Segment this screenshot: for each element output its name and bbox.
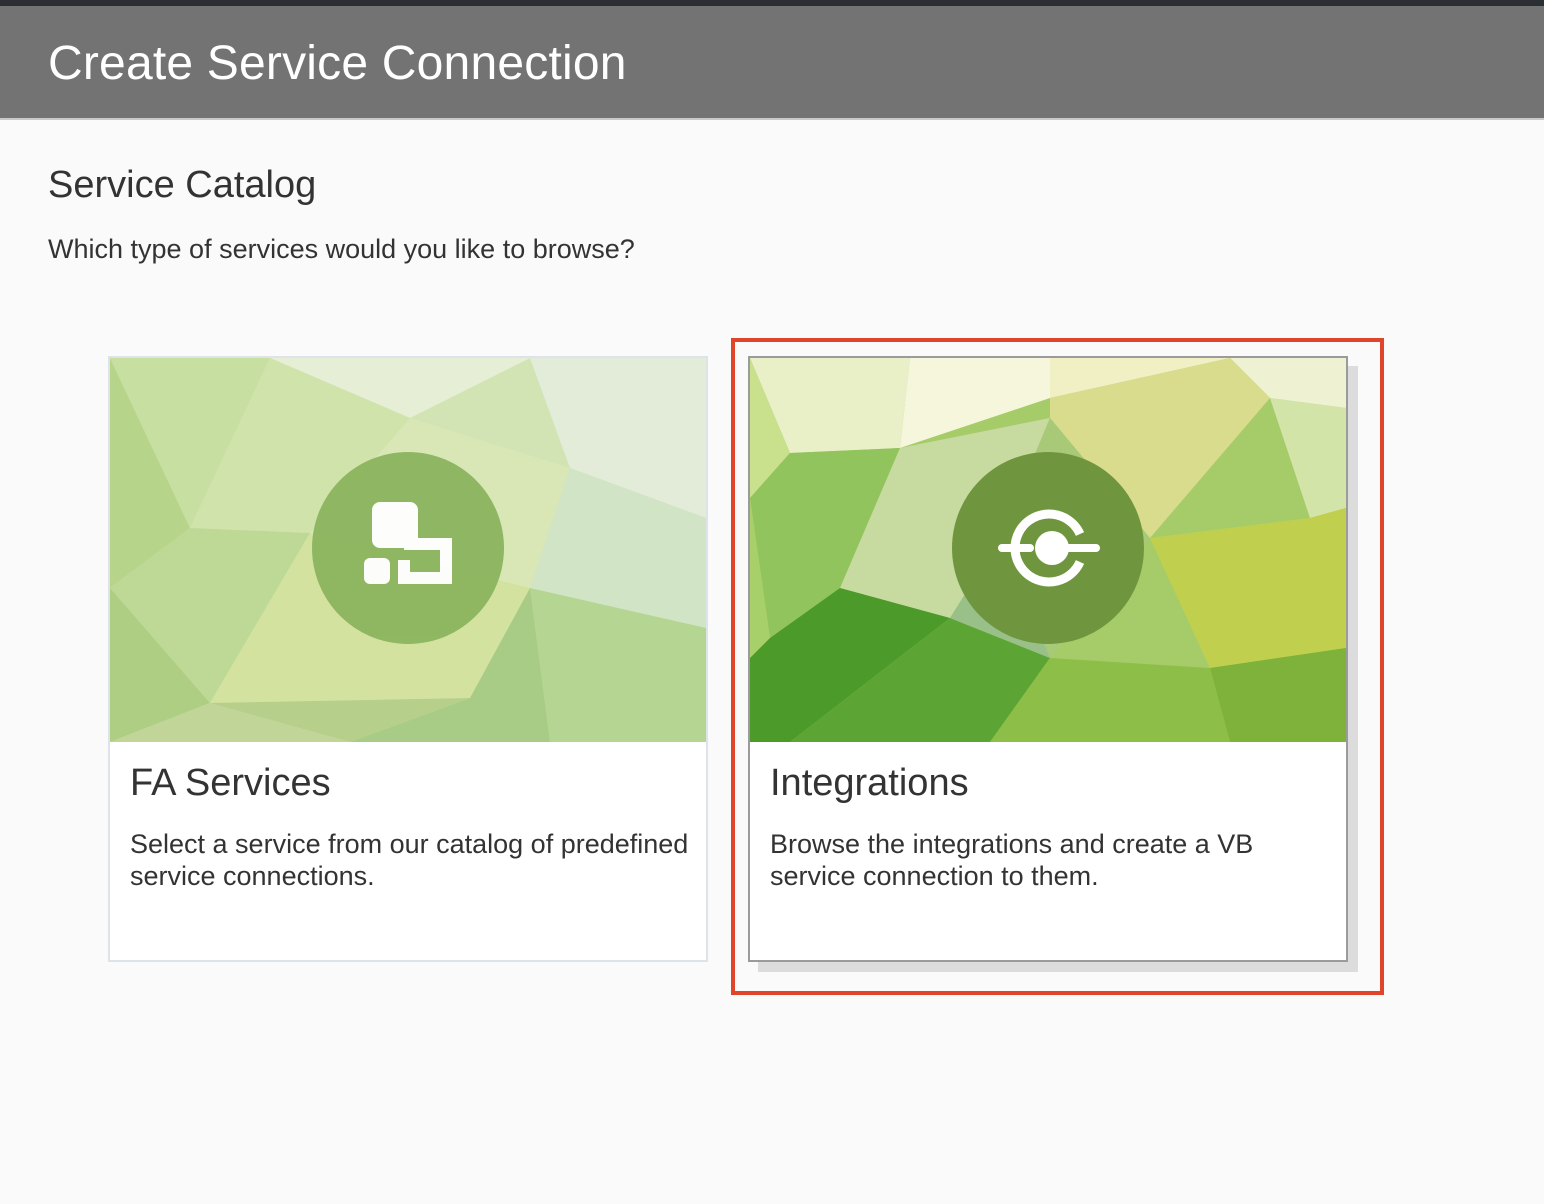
integrations-card-description: Browse the integrations and create a VB …: [770, 829, 1254, 891]
catalog-title: Service Catalog: [48, 164, 317, 206]
fa-services-icon-circle: [312, 452, 504, 644]
dialog-header: Create Service Connection: [0, 6, 1544, 120]
fa-services-blocks-icon: [364, 502, 452, 584]
fa-services-card[interactable]: FA Services Select a service from our ca…: [108, 356, 708, 962]
integration-connector-icon: [998, 509, 1100, 587]
fa-services-card-description: Select a service from our catalog of pre…: [130, 829, 689, 891]
integrations-card-title: Integrations: [770, 762, 969, 804]
dialog-title: Create Service Connection: [48, 37, 627, 90]
fa-services-card-title: FA Services: [130, 762, 331, 804]
catalog-subtitle: Which type of services would you like to…: [48, 234, 635, 264]
integrations-icon-circle: [952, 452, 1144, 644]
integrations-card[interactable]: Integrations Browse the integrations and…: [748, 356, 1348, 962]
fa-services-card-art: [110, 358, 706, 742]
integrations-card-art: [750, 358, 1346, 742]
